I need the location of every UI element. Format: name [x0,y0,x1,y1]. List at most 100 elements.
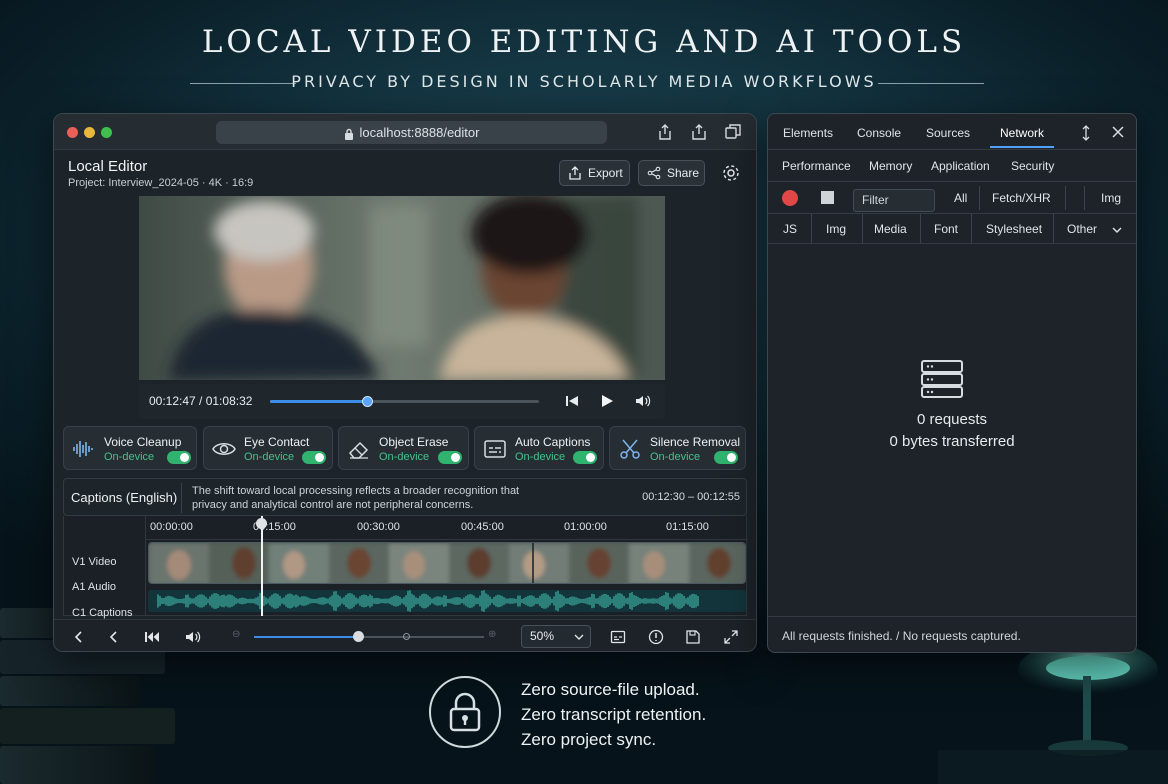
zoom-marker [403,633,410,640]
caption-text[interactable]: The shift toward local processing reflec… [192,484,522,512]
time-ruler[interactable]: 00:00:00 00:15:00 00:30:00 00:45:00 01:0… [146,516,748,540]
filter-img[interactable]: Img [1101,191,1121,205]
filter-media[interactable]: Media [874,222,907,236]
save-icon[interactable] [685,629,701,645]
playhead[interactable] [256,516,267,616]
tab-security[interactable]: Security [1011,159,1054,173]
close-icon[interactable] [1111,125,1125,139]
zoom-handle[interactable] [352,631,364,642]
video-preview[interactable] [139,196,665,380]
zoom-in-icon[interactable]: ⊕ [488,629,496,640]
server-icon [921,360,963,398]
tool-name: Voice Cleanup [104,435,182,449]
share-button[interactable]: Share [638,160,705,186]
maximize-window-button[interactable] [101,127,112,138]
rewind-icon[interactable] [144,629,160,645]
voice-cleanup-toggle[interactable] [167,451,191,464]
tool-auto-captions[interactable]: Auto Captions On-device [474,426,604,470]
skip-back-icon[interactable] [564,393,580,409]
record-button[interactable] [782,190,798,206]
tool-silence-removal[interactable]: Silence Removal On-device [609,426,746,470]
tool-name: Eye Contact [244,435,310,449]
tool-status: On-device [515,451,566,463]
caption-language-label: Captions (English) [71,490,178,505]
zoom-out-icon[interactable]: ⊖ [232,629,240,640]
audio-waveform[interactable] [148,590,746,612]
dock-icon[interactable] [1079,125,1093,141]
request-count: 0 requests [916,411,988,428]
chevron-left-icon[interactable] [106,629,122,645]
waveform-path [157,590,699,612]
share-icon[interactable] [656,123,674,141]
caption-time-range: 00:12:30 – 00:12:55 [642,491,740,503]
clear-button[interactable] [821,191,834,204]
volume-icon[interactable] [635,393,651,409]
close-window-button[interactable] [67,127,78,138]
minimize-window-button[interactable] [84,127,95,138]
track-label-video: V1 Video [72,556,117,568]
filter-stylesheet[interactable]: Stylesheet [986,222,1042,236]
filter-all[interactable]: All [954,191,967,205]
gear-icon[interactable] [721,163,741,183]
devtools-status-bar: All requests finished. / No requests cap… [768,616,1136,652]
object-erase-toggle[interactable] [438,451,462,464]
timeline[interactable]: V1 Video A1 Audio C1 Captions 00:00:00 0… [63,516,748,619]
tool-eye-contact[interactable]: Eye Contact On-device [203,426,333,470]
filter-img[interactable]: Img [826,222,846,236]
project-info: Project: Interview_2024-05 · 4K · 16:9 [68,177,254,189]
filter-js[interactable]: JS [783,222,797,236]
seek-handle[interactable] [361,396,373,407]
chevron-down-icon[interactable] [1112,226,1122,234]
tool-voice-cleanup[interactable]: Voice Cleanup On-device [63,426,197,470]
play-icon[interactable] [599,393,615,409]
filter-font[interactable]: Font [934,222,958,236]
captions-icon [484,440,506,458]
info-icon[interactable] [648,629,664,645]
window-titlebar: localhost:8888/editor [54,114,756,150]
export-button[interactable]: Export [559,160,630,186]
track-label-captions: C1 Captions [72,607,133,619]
tab-performance[interactable]: Performance [782,159,851,173]
clip-thumbnails [149,543,745,583]
seek-bar[interactable] [270,396,539,407]
tab-network[interactable]: Network [1000,126,1044,140]
volume-icon[interactable] [185,629,201,645]
export-icon [569,166,581,180]
tool-status: On-device [244,451,295,463]
tab-console[interactable]: Console [857,126,901,140]
zoom-select[interactable]: 50% [521,625,591,648]
chevron-left-icon[interactable] [71,629,87,645]
auto-captions-toggle[interactable] [573,451,597,464]
playhead-handle[interactable] [256,518,267,529]
tab-memory[interactable]: Memory [869,159,912,173]
subtitles-icon[interactable] [610,629,626,645]
filter-other[interactable]: Other [1067,222,1097,236]
tab-elements[interactable]: Elements [783,126,833,140]
zoom-slider[interactable] [254,631,484,642]
filter-fetch-xhr[interactable]: Fetch/XHR [992,191,1051,205]
filter-input[interactable]: Filter [853,189,935,212]
tab-application[interactable]: Application [931,159,990,173]
ruler-tick: 00:30:00 [357,521,400,533]
devtools-tabs: Elements Console Sources Network [768,114,1136,150]
silence-removal-toggle[interactable] [714,451,738,464]
page-subheadline: PRIVACY BY DESIGN IN SCHOLARLY MEDIA WOR… [291,72,877,91]
scissors-icon [620,439,640,459]
tool-object-erase[interactable]: Object Erase On-device [338,426,469,470]
video-clip-strip[interactable] [148,542,746,584]
eye-contact-toggle[interactable] [302,451,326,464]
address-bar[interactable]: localhost:8888/editor [216,121,607,144]
track-label-audio: A1 Audio [72,581,117,593]
eye-icon [212,443,236,455]
tool-status: On-device [379,451,430,463]
editor-title: Local Editor [68,158,148,175]
fullscreen-icon[interactable] [723,629,739,645]
tabs-icon[interactable] [724,123,742,141]
caption-panel[interactable]: Captions (English) The shift toward loca… [63,478,747,516]
ruler-tick: 01:00:00 [564,521,607,533]
padlock-icon [449,692,481,732]
claim-no-sync: Zero project sync. [521,730,657,749]
upload-icon[interactable] [690,123,708,141]
playback-time: 00:12:47 / 01:08:32 [149,394,253,408]
tab-sources[interactable]: Sources [926,126,970,140]
